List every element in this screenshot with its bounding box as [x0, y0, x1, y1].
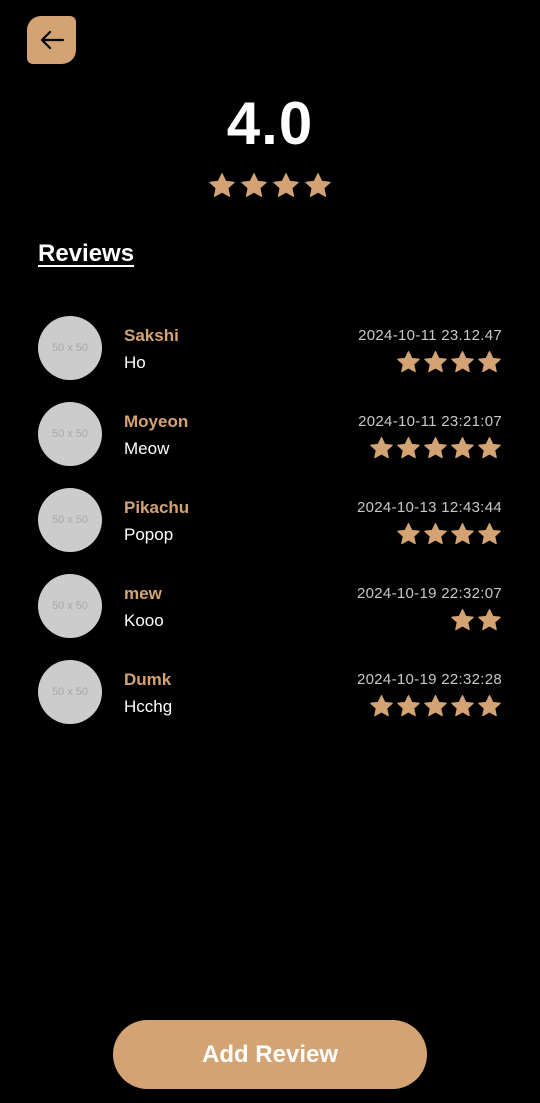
reviewer-name: mew	[124, 584, 162, 603]
star-icon	[423, 436, 448, 461]
reviewer-name: Dumk	[124, 670, 172, 689]
back-button[interactable]	[27, 16, 76, 64]
star-icon	[450, 522, 475, 547]
review-stars	[396, 522, 502, 547]
review-stars	[396, 350, 502, 375]
star-icon	[208, 172, 236, 200]
review-date: 2024-10-13 12:43:44	[357, 499, 502, 516]
review-text: Ho	[124, 353, 146, 372]
star-icon	[240, 172, 268, 200]
star-icon	[450, 436, 475, 461]
review-text: Kooo	[124, 611, 164, 630]
star-icon	[423, 522, 448, 547]
review-text: Meow	[124, 439, 170, 458]
review-date: 2024-10-11 23.12.47	[358, 327, 502, 344]
avatar: 50 x 50	[38, 488, 102, 552]
avatar: 50 x 50	[38, 574, 102, 638]
star-icon	[304, 172, 332, 200]
star-icon	[450, 694, 475, 719]
review-item: 50 x 50 Sakshi Ho 2024-10-11 23.12.47	[38, 316, 502, 402]
avatar: 50 x 50	[38, 316, 102, 380]
average-rating: 4.0	[226, 90, 314, 157]
star-icon	[477, 522, 502, 547]
average-rating-stars	[0, 172, 540, 200]
star-icon	[272, 172, 300, 200]
star-icon	[396, 436, 421, 461]
star-icon	[450, 608, 475, 633]
star-icon	[423, 350, 448, 375]
avatar: 50 x 50	[38, 402, 102, 466]
star-icon	[450, 350, 475, 375]
star-icon	[396, 350, 421, 375]
reviewer-name: Moyeon	[124, 412, 189, 431]
review-item: 50 x 50 Pikachu Popop 2024-10-13 12:43:4…	[38, 488, 502, 574]
star-icon	[369, 436, 394, 461]
reviews-heading: Reviews	[38, 240, 135, 267]
star-icon	[477, 694, 502, 719]
review-stars	[450, 608, 502, 633]
reviewer-name: Pikachu	[124, 498, 190, 517]
review-text: Hcchg	[124, 697, 173, 716]
review-stars	[369, 436, 502, 461]
review-item: 50 x 50 Moyeon Meow 2024-10-11 23:21:07	[38, 402, 502, 488]
add-review-button[interactable]: Add Review	[113, 1020, 427, 1089]
review-date: 2024-10-19 22:32:07	[357, 585, 502, 602]
star-icon	[423, 694, 448, 719]
star-icon	[369, 694, 394, 719]
star-icon	[477, 436, 502, 461]
reviewer-name: Sakshi	[124, 326, 179, 345]
star-icon	[477, 350, 502, 375]
review-date: 2024-10-19 22:32:28	[357, 671, 502, 688]
review-item: 50 x 50 mew Kooo 2024-10-19 22:32:07	[38, 574, 502, 660]
review-date: 2024-10-11 23:21:07	[358, 413, 502, 430]
avatar: 50 x 50	[38, 660, 102, 724]
review-text: Popop	[124, 525, 174, 544]
star-icon	[477, 608, 502, 633]
star-icon	[396, 522, 421, 547]
review-item: 50 x 50 Dumk Hcchg 2024-10-19 22:32:28	[38, 660, 502, 746]
review-list: 50 x 50 Sakshi Ho 2024-10-11 23.12.47 50…	[38, 316, 502, 746]
review-stars	[369, 694, 502, 719]
arrow-left-icon	[39, 29, 65, 51]
star-icon	[396, 694, 421, 719]
